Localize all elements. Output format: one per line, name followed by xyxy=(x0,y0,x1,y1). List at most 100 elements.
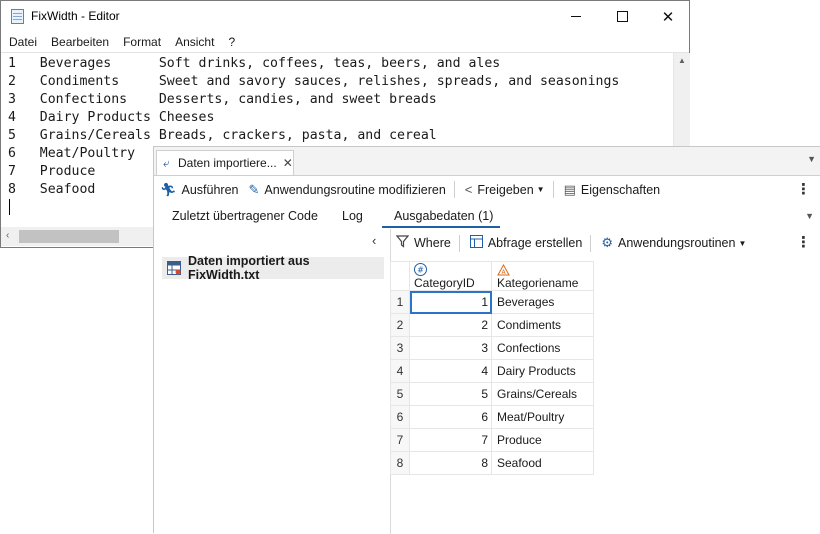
column-header-kategoriename[interactable]: A Kategoriename xyxy=(491,260,594,292)
close-button[interactable]: ✕ xyxy=(645,1,691,32)
share-button[interactable]: < Freigeben ▼ xyxy=(465,182,545,197)
text-line: 4 Dairy Products Cheeses xyxy=(8,110,215,125)
run-button[interactable]: 🏃︎ Ausführen xyxy=(160,182,239,198)
toolbar-divider xyxy=(552,181,554,198)
cell-kategoriename[interactable]: Condiments xyxy=(491,313,594,338)
cell-categoryid[interactable]: 6 xyxy=(409,405,492,430)
row-number: 2 xyxy=(390,313,410,338)
tab-import-data[interactable]: ⤶ Daten importiere... ✕ xyxy=(156,150,294,175)
cell-categoryid[interactable]: 8 xyxy=(409,451,492,476)
cell-categoryid[interactable]: 4 xyxy=(409,359,492,384)
menu-bar: Datei Bearbeiten Format Ansicht ? xyxy=(1,32,689,53)
tab-output-data[interactable]: Ausgabedaten (1) xyxy=(394,209,493,223)
subtab-chevron-icon[interactable]: ▼ xyxy=(805,211,814,221)
notepad-icon xyxy=(11,9,24,24)
toolbar-divider xyxy=(590,234,592,252)
cell-categoryid[interactable]: 3 xyxy=(409,336,492,361)
dropdown-chevron-icon: ▼ xyxy=(536,185,545,194)
cell-categoryid[interactable]: 5 xyxy=(409,382,492,407)
close-tab-icon[interactable]: ✕ xyxy=(283,156,293,170)
where-button[interactable]: Where xyxy=(395,235,451,251)
modify-label: Anwendungsroutine modifizieren xyxy=(264,182,446,197)
cell-categoryid[interactable]: 1 xyxy=(409,290,492,315)
where-label: Where xyxy=(414,236,451,250)
output-tree-pane: ‹ Daten importiert aus FixWidth.txt xyxy=(154,229,391,534)
table-header-row: # CategoryID A Kategoriename xyxy=(390,260,594,292)
output-data-table: # CategoryID A Kategoriename 1 1 Beverages 2 2… xyxy=(390,260,594,476)
table-row[interactable]: 6 6 Meat/Poultry xyxy=(390,405,594,430)
routines-button[interactable]: ⚙ Anwendungsroutinen ▼ xyxy=(601,235,746,251)
cell-kategoriename[interactable]: Seafood xyxy=(491,451,594,476)
table-row[interactable]: 1 1 Beverages xyxy=(390,290,594,315)
menu-datei[interactable]: Datei xyxy=(1,35,43,49)
scroll-up-icon[interactable]: ▲ xyxy=(678,56,686,65)
table-row[interactable]: 7 7 Produce xyxy=(390,428,594,453)
import-data-panel: ⤶ Daten importiere... ✕ ▼ 🏃︎ Ausführen ✎… xyxy=(153,146,820,534)
notepad-titlebar[interactable]: FixWidth - Editor ✕ xyxy=(1,1,689,32)
maximize-icon xyxy=(616,11,628,22)
data-toolbar: Where Abfrage erstellen ⚙ Anwendungsrout… xyxy=(390,229,820,257)
cell-categoryid[interactable]: 2 xyxy=(409,313,492,338)
maximize-button[interactable] xyxy=(599,1,645,32)
cell-kategoriename[interactable]: Confections xyxy=(491,336,594,361)
more-options-icon[interactable]: ⋮ xyxy=(796,233,811,251)
table-row[interactable]: 8 8 Seafood xyxy=(390,451,594,476)
table-row[interactable]: 3 3 Confections xyxy=(390,336,594,361)
toolbar-divider xyxy=(453,181,455,198)
tab-label: Daten importiere... xyxy=(178,156,277,170)
menu-help[interactable]: ? xyxy=(220,35,241,49)
tab-last-submitted-code[interactable]: Zuletzt übertragener Code xyxy=(172,209,318,223)
properties-button[interactable]: ▤ Eigenschaften xyxy=(564,182,661,198)
more-options-icon[interactable]: ⋮ xyxy=(796,180,811,198)
active-tab-indicator xyxy=(382,226,500,228)
menu-format[interactable]: Format xyxy=(115,35,167,49)
horizontal-scroll-thumb[interactable] xyxy=(19,230,119,243)
cell-kategoriename[interactable]: Produce xyxy=(491,428,594,453)
character-column-icon: A xyxy=(497,263,510,276)
column-header-label: CategoryID xyxy=(414,276,475,291)
minimize-button[interactable] xyxy=(553,1,599,32)
tree-item-imported-data[interactable]: Daten importiert aus FixWidth.txt xyxy=(162,254,384,282)
scroll-left-icon[interactable]: ‹ xyxy=(6,230,9,241)
build-query-button[interactable]: Abfrage erstellen xyxy=(469,235,583,251)
cell-categoryid[interactable]: 7 xyxy=(409,428,492,453)
collapse-chevron-icon[interactable]: ‹ xyxy=(372,233,376,248)
row-number: 7 xyxy=(390,428,410,453)
cell-kategoriename[interactable]: Grains/Cereals xyxy=(491,382,594,407)
table-row[interactable]: 5 5 Grains/Cereals xyxy=(390,382,594,407)
tab-list-chevron-icon[interactable]: ▼ xyxy=(807,154,816,164)
row-number: 1 xyxy=(390,290,410,315)
tab-bar: ⤶ Daten importiere... ✕ ▼ xyxy=(154,147,820,176)
column-header-categoryid[interactable]: # CategoryID xyxy=(409,260,492,292)
properties-label: Eigenschaften xyxy=(580,182,661,197)
tab-log[interactable]: Log xyxy=(342,209,363,223)
text-line: 1 Beverages Soft drinks, coffees, teas, … xyxy=(8,56,501,71)
row-number-header xyxy=(390,260,410,292)
query-icon xyxy=(469,235,483,251)
text-line: 2 Condiments Sweet and savory sauces, re… xyxy=(8,74,620,89)
menu-ansicht[interactable]: Ansicht xyxy=(167,35,220,49)
modify-routine-button[interactable]: ✎ Anwendungsroutine modifizieren xyxy=(249,182,446,198)
run-icon: 🏃︎ xyxy=(160,181,177,197)
toolbar-divider xyxy=(458,234,460,252)
table-icon xyxy=(167,261,181,275)
share-icon: < xyxy=(464,182,473,197)
text-line: 3 Confections Desserts, candies, and swe… xyxy=(8,92,437,107)
cell-kategoriename[interactable]: Meat/Poultry xyxy=(491,405,594,430)
table-row[interactable]: 2 2 Condiments xyxy=(390,313,594,338)
row-number: 3 xyxy=(390,336,410,361)
window-title: FixWidth - Editor xyxy=(31,9,120,23)
cell-kategoriename[interactable]: Beverages xyxy=(491,290,594,315)
build-query-label: Abfrage erstellen xyxy=(487,236,583,250)
tree-item-label: Daten importiert aus FixWidth.txt xyxy=(188,254,310,282)
menu-bearbeiten[interactable]: Bearbeiten xyxy=(43,35,115,49)
table-row[interactable]: 4 4 Dairy Products xyxy=(390,359,594,384)
properties-icon: ▤ xyxy=(563,181,576,197)
text-cursor xyxy=(9,199,10,215)
sub-tabs: Zuletzt übertragener Code Log Ausgabedat… xyxy=(154,205,820,229)
row-number: 6 xyxy=(390,405,410,430)
filter-icon xyxy=(395,235,410,251)
routines-label: Anwendungsroutinen xyxy=(618,236,736,250)
cell-kategoriename[interactable]: Dairy Products xyxy=(491,359,594,384)
row-number: 8 xyxy=(390,451,410,476)
